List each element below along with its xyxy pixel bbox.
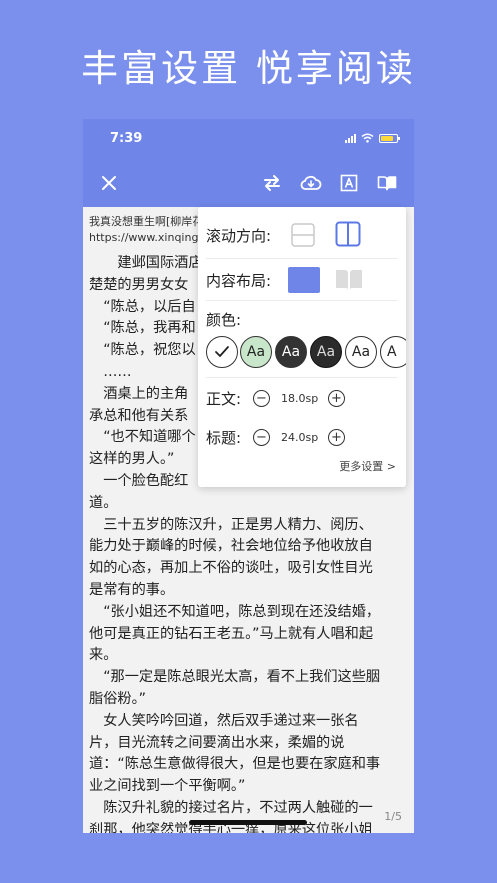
content-line: 他可是真正的钻石王老五。”马上就有人唱和起	[89, 625, 374, 642]
double-page-layout-icon[interactable]	[334, 267, 364, 293]
layout-label: 内容布局:	[206, 272, 272, 290]
book-icon	[377, 176, 397, 191]
content-line: 脂俗粉。”	[89, 690, 147, 707]
catalog-button[interactable]	[375, 171, 399, 195]
horizontal-scroll-option[interactable]	[335, 221, 361, 247]
more-settings-link[interactable]: 更多设置 >	[339, 458, 396, 474]
divider	[206, 377, 398, 378]
reader-toolbar	[83, 159, 414, 207]
font-a-icon	[340, 174, 358, 192]
scroll-direction-label: 滚动方向:	[206, 227, 272, 245]
page-indicator: 1/5	[384, 810, 402, 823]
body-size-increase-button[interactable]: +	[328, 390, 345, 407]
promo-headline: 丰富设置 悦享阅读	[81, 47, 416, 90]
status-bar: 7:39	[83, 119, 414, 159]
color-label: 颜色:	[206, 311, 242, 329]
check-icon	[215, 346, 229, 357]
title-size-value: 24.0sp	[281, 431, 319, 444]
color-swatch-black[interactable]: Aa	[310, 336, 342, 368]
layout-row: 内容布局:	[198, 265, 406, 297]
color-swatch-green[interactable]: Aa	[240, 336, 272, 368]
content-line: 陈汉升礼貌的接过名片，不过两人触碰的一	[89, 799, 373, 816]
signal-icon	[345, 133, 356, 143]
divider	[206, 300, 398, 301]
content-line: 片，目光流转之间要滴出水来，柔媚的说	[89, 734, 345, 751]
divider	[206, 258, 398, 259]
content-line: 如的心态，再加上不俗的谈吐，吸引女性目光	[89, 560, 373, 577]
color-swatch-partial[interactable]: A	[380, 336, 406, 368]
body-size-value: 18.0sp	[281, 392, 319, 405]
book-url: https://www.xinqingxi	[89, 231, 209, 244]
body-size-row: 正文: − 18.0sp +	[198, 385, 406, 413]
wifi-icon	[361, 133, 374, 143]
color-swatch-white-selected[interactable]	[206, 336, 238, 368]
content-line: “张小姐还不知道吧，陈总到现在还没结婚，	[89, 603, 381, 620]
battery-icon	[379, 133, 400, 143]
swap-icon	[264, 175, 280, 191]
content-line: 能力处于巅峰的时候，社会地位给予他收放自	[89, 538, 373, 555]
title-size-row: 标题: − 24.0sp +	[198, 424, 406, 452]
book-title: 我真没想重生啊[柳岸花	[89, 215, 204, 228]
font-button[interactable]	[337, 171, 361, 195]
title-size-decrease-button[interactable]: −	[253, 429, 270, 446]
close-icon	[102, 176, 116, 190]
color-row: 颜色: Aa Aa Aa Aa A	[198, 305, 406, 375]
content-line: “那一定是陈总眼光太高，看不上我们这些胭	[89, 669, 381, 686]
title-size-increase-button[interactable]: +	[328, 429, 345, 446]
download-button[interactable]	[299, 171, 323, 195]
home-indicator[interactable]	[189, 820, 307, 825]
content-line: 来。	[89, 647, 118, 664]
content-line: 女人笑吟吟回道，然后双手递过来一张名	[89, 712, 359, 729]
swap-source-button[interactable]	[260, 171, 284, 195]
body-size-label: 正文:	[206, 390, 242, 408]
body-size-decrease-button[interactable]: −	[253, 390, 270, 407]
content-line: 业之间找到一个平衡啊。”	[89, 778, 246, 795]
book-header: 我真没想重生啊[柳岸花 https://www.xinqingxi	[89, 214, 209, 246]
content-line: 道。	[89, 494, 118, 511]
settings-panel: 滚动方向: 内容布局: 颜色: Aa Aa Aa Aa A 正文: − 18.0…	[198, 207, 406, 487]
cloud-download-icon	[300, 175, 322, 190]
content-line: 道：“陈总生意做得很大，但是也要在家庭和事	[89, 756, 381, 773]
single-page-layout-option[interactable]	[288, 267, 320, 293]
scroll-direction-row: 滚动方向:	[198, 221, 406, 251]
color-swatch-dark[interactable]: Aa	[275, 336, 307, 368]
content-line: 是常有的事。	[89, 581, 175, 598]
status-time: 7:39	[110, 131, 143, 146]
status-icons	[345, 133, 400, 143]
content-line: 三十五岁的陈汉升，正是男人精力、阅历、	[89, 516, 373, 533]
color-swatch-white[interactable]: Aa	[345, 336, 377, 368]
title-size-label: 标题:	[206, 429, 242, 447]
vertical-scroll-option[interactable]	[291, 223, 315, 247]
close-button[interactable]	[97, 171, 121, 195]
